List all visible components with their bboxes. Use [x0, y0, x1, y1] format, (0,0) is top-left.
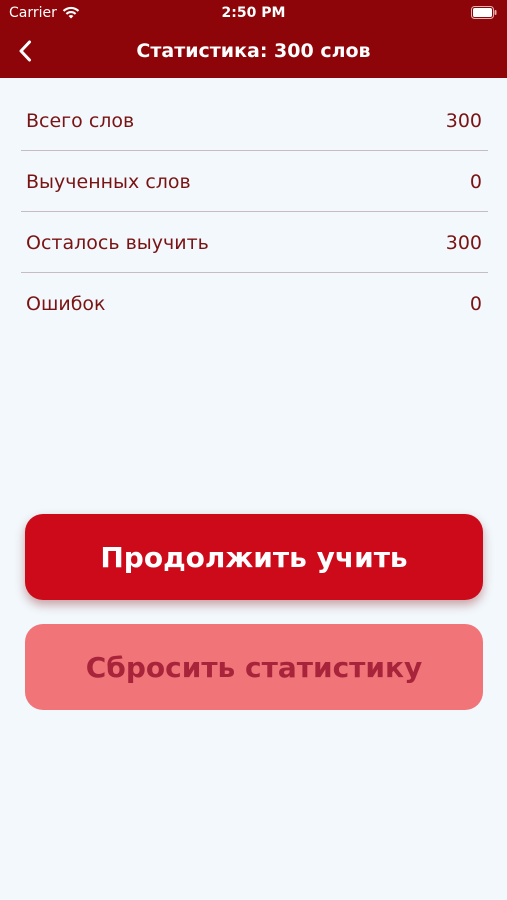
stat-row-errors: Ошибок 0 [0, 273, 507, 334]
stat-label: Выученных слов [26, 171, 191, 193]
continue-learning-button[interactable]: Продолжить учить [25, 514, 483, 600]
stat-value: 300 [445, 232, 482, 254]
stat-value: 0 [469, 293, 482, 315]
reset-statistics-button[interactable]: Сбросить статистику [25, 624, 483, 710]
navigation-bar: Статистика: 300 слов [0, 28, 507, 78]
stat-row-learned-words: Выученных слов 0 [0, 151, 507, 212]
app-header: Carrier 2:50 PM Статистика: 300 слов [0, 0, 507, 78]
status-bar: Carrier 2:50 PM [0, 0, 507, 28]
stat-label: Осталось выучить [26, 232, 209, 254]
stat-value: 0 [469, 171, 482, 193]
stat-row-remaining: Осталось выучить 300 [0, 212, 507, 273]
stat-label: Ошибок [26, 293, 106, 315]
battery-icon [471, 6, 497, 19]
page-title: Статистика: 300 слов [136, 40, 371, 62]
stat-value: 300 [445, 110, 482, 132]
stats-list: Всего слов 300 Выученных слов 0 Осталось… [0, 90, 507, 334]
status-time: 2:50 PM [221, 5, 286, 21]
stat-label: Всего слов [26, 110, 135, 132]
stat-row-total-words: Всего слов 300 [0, 90, 507, 151]
